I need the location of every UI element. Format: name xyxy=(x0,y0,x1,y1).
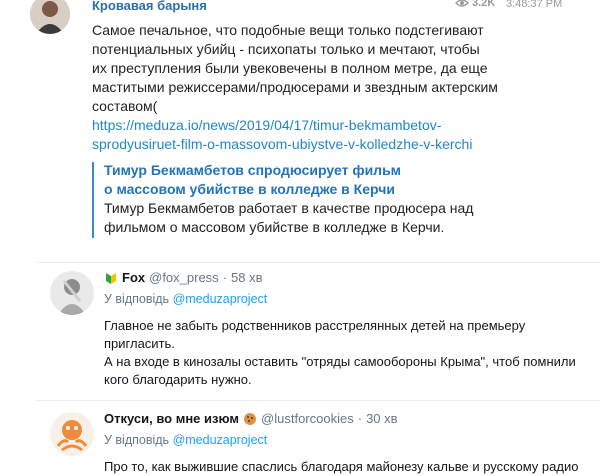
preview-description: Тимур Бекмамбетов работает в качестве пр… xyxy=(104,199,584,237)
reply-handle[interactable]: @lustforcookies xyxy=(261,411,354,426)
eye-icon xyxy=(455,0,469,7)
post-author-name[interactable]: Кровавая барыня xyxy=(92,0,207,13)
reply-time[interactable]: 30 хв xyxy=(366,411,397,426)
separator-dot: · xyxy=(357,411,363,426)
author-avatar[interactable] xyxy=(30,0,70,34)
reply-to-label: У відповідь xyxy=(104,292,170,306)
reply-header: Откуси, во мне изюм @lustforcookies · 30… xyxy=(104,411,398,426)
reply-text-line: Про то, как выжившие спаслись благодаря … xyxy=(104,459,579,474)
reply-handle[interactable]: @fox_press xyxy=(149,270,219,285)
post-time: 3:48:37 PM xyxy=(506,0,563,10)
post-link-line[interactable]: sprodyusiruet-film-o-massovom-ubiystve-v… xyxy=(92,135,592,154)
reply-text-line: Главное не забыть родственников расстрел… xyxy=(104,318,526,333)
preview-title-line[interactable]: о массовом убийстве в колледже в Керчи xyxy=(104,180,584,199)
reply-to-label: У відповідь xyxy=(104,433,170,447)
green-badge-icon xyxy=(106,272,116,284)
reply-avatar[interactable] xyxy=(50,412,94,456)
views-counter: 3.2K xyxy=(455,0,495,9)
post-text-line: Самое печальное, что подобные вещи тольк… xyxy=(92,22,484,38)
separator-dot: · xyxy=(222,270,228,285)
views-count: 3.2K xyxy=(472,0,496,9)
reply-to-account[interactable]: @meduzaproject xyxy=(173,433,268,447)
reply-text-line: кого благодарить нужно. xyxy=(104,372,252,387)
reply-text-line: А на входе в кинозалы оставить "отряды с… xyxy=(104,354,576,369)
reply-author-name[interactable]: Fox xyxy=(122,270,145,285)
preview-desc-line: фильмом о массовом убийстве в колледже в… xyxy=(104,219,445,235)
preview-desc-line: Тимур Бекмамбетов работает в качестве пр… xyxy=(104,200,474,216)
post-text-line: потенциальных убийц - психопаты только и… xyxy=(92,41,480,57)
link-preview[interactable]: Тимур Бекмамбетов спродюсирует фильм о м… xyxy=(104,161,584,237)
divider xyxy=(36,400,600,401)
reply-to-line: У відповідь @meduzaproject xyxy=(104,433,267,447)
reply-avatar[interactable] xyxy=(50,271,94,315)
reply-author-name[interactable]: Откуси, во мне изюм xyxy=(104,411,239,426)
reply-to-account[interactable]: @meduzaproject xyxy=(173,292,268,306)
post-link[interactable]: https://meduza.io/news/2019/04/17/timur-… xyxy=(92,116,592,154)
cookie-emoji-icon xyxy=(244,412,257,425)
reply-text: Про то, как выжившие спаслись благодаря … xyxy=(104,458,594,476)
link-preview-bar xyxy=(92,162,94,238)
reply-text-line: пригласить. xyxy=(104,336,175,351)
reply-text: Главное не забыть родственников расстрел… xyxy=(104,317,584,389)
reply-time[interactable]: 58 хв xyxy=(231,270,262,285)
divider xyxy=(36,262,600,263)
post-text-line: составом( xyxy=(92,98,158,114)
preview-title-line[interactable]: Тимур Бекмамбетов спродюсирует фильм xyxy=(104,161,584,180)
post-text-line: маститыми режиссерами/продюсерами и звез… xyxy=(92,79,498,95)
reply-to-line: У відповідь @meduzaproject xyxy=(104,292,267,306)
preview-title[interactable]: Тимур Бекмамбетов спродюсирует фильм о м… xyxy=(104,161,584,199)
post-text: Самое печальное, что подобные вещи тольк… xyxy=(92,21,592,154)
reply-header: Fox @fox_press · 58 хв xyxy=(104,270,263,285)
post-link-line[interactable]: https://meduza.io/news/2019/04/17/timur-… xyxy=(92,116,592,135)
post-text-line: их преступления были увековечены в полно… xyxy=(92,60,488,76)
